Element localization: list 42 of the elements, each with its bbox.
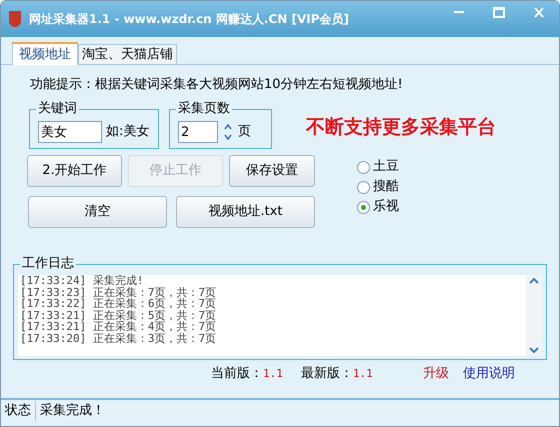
action-button[interactable]: 2.开始工作 — [27, 155, 122, 187]
status-text: 状态 — [1, 401, 36, 421]
maximize-icon — [493, 6, 505, 18]
radio-button[interactable] — [357, 180, 370, 194]
group-label: 关键词 — [36, 101, 79, 117]
log-line: [17:33:20] 正在采集：3页，共：7页 — [20, 332, 218, 344]
radio-button[interactable] — [357, 200, 370, 214]
radio-option[interactable]: 土豆 — [357, 159, 399, 175]
version-value: 1.1 — [352, 366, 373, 382]
version-value: 1.1 — [263, 366, 283, 382]
version-label: 当前版： — [211, 365, 263, 384]
action-button[interactable]: 视频地址.txt — [176, 196, 315, 228]
minimize-icon — [453, 11, 465, 13]
upgrade-link[interactable]: 升级 — [422, 364, 449, 384]
keyword-field[interactable]: 美女 — [38, 121, 102, 143]
action-button[interactable]: 清空 — [28, 196, 167, 228]
log-line: [17:33:24] 采集完成! — [20, 275, 144, 286]
tab[interactable]: 视频地址 — [12, 42, 78, 65]
radio-button[interactable] — [357, 160, 370, 174]
tab[interactable]: 淘宝、天猫店铺 — [78, 44, 177, 64]
unit-label: 页 — [238, 123, 251, 142]
radio-option[interactable]: 搜酷 — [357, 179, 399, 195]
radio-option[interactable]: 乐视 — [357, 199, 399, 215]
slogan-text: 不断支持更多采集平台 — [306, 115, 496, 140]
pages-field[interactable]: 2 — [178, 121, 218, 143]
window-title: 网址采集器1.1 - www.wzdr.cn 网赚达人.CN [VIP会员] — [29, 11, 350, 28]
action-button[interactable]: 保存设置 — [229, 155, 315, 187]
spinner-icon[interactable] — [222, 121, 234, 143]
close-icon — [534, 6, 544, 18]
example-text: 如:美女 — [106, 123, 150, 142]
log-line: [17:33:21] 正在采集：5页，共：7页 — [20, 310, 218, 321]
help-link[interactable]: 使用说明 — [462, 364, 515, 384]
version-label: 最新版： — [300, 365, 353, 384]
scrollbar[interactable] — [526, 275, 542, 356]
log-line: [17:33:23] 正在采集：7页，共：7页 — [20, 286, 218, 298]
log-line: [17:33:21] 正在采集：4页，共：7页 — [20, 321, 218, 332]
hint-text: 功能提示：根据关键词采集各大视频网站10分钟左右短视频地址! — [30, 76, 404, 94]
group-label: 采集页数 — [176, 101, 232, 117]
status-text: 采集完成！ — [39, 402, 106, 420]
log-line: [17:33:22] 正在采集：6页，共：7页 — [20, 298, 218, 310]
log-textarea[interactable]: [17:33:24] 采集完成! [17:33:23] 正在采集：7页，共：7页 [17:33:22] 正在采集：6页，共：7页 [17:33:21] 正在采集：5页，共：7页 [17:33:21] 正在采集：4页，共：7页 [17:33:20] 正在采集：3页，共：7页 — [18, 275, 542, 356]
group-label: 工作日志 — [20, 256, 76, 272]
